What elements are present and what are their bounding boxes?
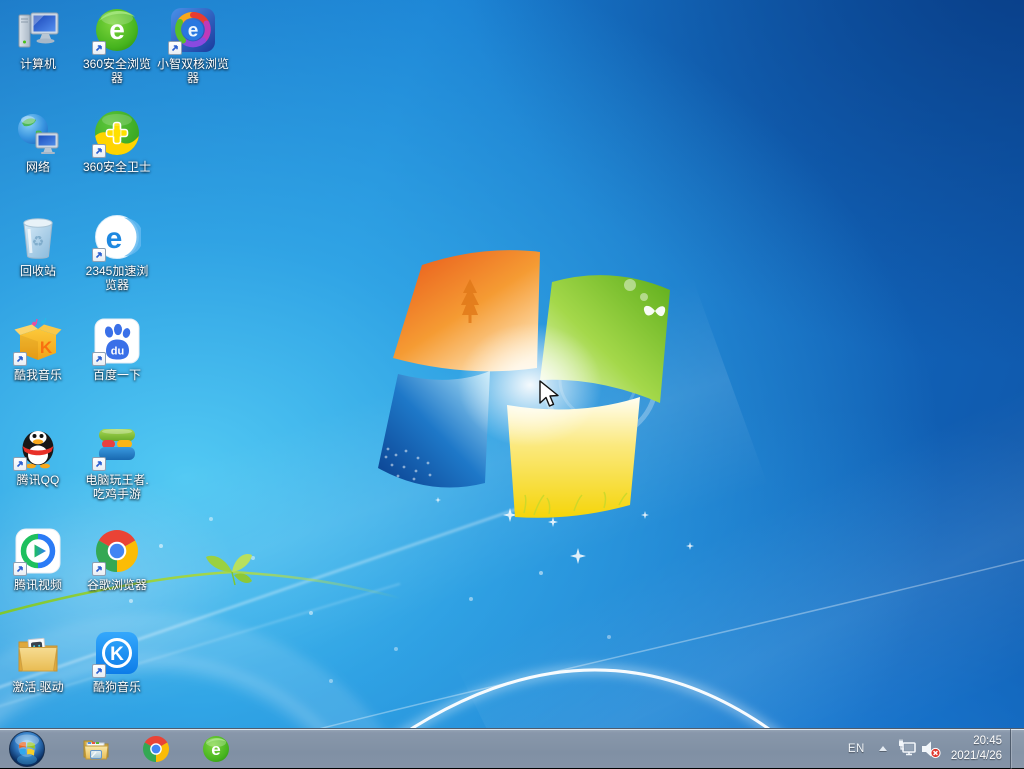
- shortcut-arrow-icon: [92, 41, 106, 55]
- desktop-wallpaper: 计算机 e 360安全浏览器 e 小智双核浏览器 网络 360安全卫士 ♻ 回收…: [0, 0, 1024, 768]
- desktop-icon-label: 网络: [25, 160, 50, 174]
- desktop-icon-network[interactable]: 网络: [0, 109, 76, 174]
- desktop-icon-label: 腾讯视频: [13, 578, 62, 592]
- desktop-icon-label: 酷狗音乐: [92, 680, 141, 694]
- desktop-icon-360-browser[interactable]: e 360安全浏览器: [79, 6, 155, 85]
- 360-safeguard-icon: [92, 109, 141, 158]
- desktop-icon-tencent-qq[interactable]: 腾讯QQ: [0, 422, 76, 487]
- shortcut-arrow-icon: [168, 41, 182, 55]
- shortcut-arrow-icon: [92, 457, 106, 471]
- shortcut-arrow-icon: [92, 664, 106, 678]
- folder-icon: [14, 629, 62, 677]
- 360-browser-icon: e: [92, 6, 141, 55]
- bluestacks-layers-icon: [92, 422, 141, 471]
- shortcut-arrow-icon: [92, 144, 106, 158]
- desktop-icon-xiaozhi-browser[interactable]: e 小智双核浏览器: [155, 6, 231, 85]
- desktop-icon-label: 回收站: [19, 264, 56, 278]
- svg-text:e: e: [188, 21, 199, 42]
- desktop-icon-chrome[interactable]: 谷歌浏览器: [79, 527, 155, 592]
- desktop-icon-activate-driver[interactable]: 激活.驱动: [0, 629, 76, 694]
- svg-text:e: e: [109, 14, 125, 45]
- network-icon[interactable]: [895, 737, 919, 761]
- tray-time: 20:45: [973, 734, 1002, 747]
- desktop-icon-label: 2345加速浏览器: [85, 264, 149, 292]
- svg-text:K: K: [110, 644, 124, 665]
- taskbar: e EN 20:45 2021/4/26: [0, 728, 1024, 769]
- desktop-icon-label: 腾讯QQ: [16, 473, 60, 487]
- windows-logo: [378, 250, 670, 518]
- chrome-icon: [92, 527, 141, 576]
- language-indicator[interactable]: EN: [842, 739, 871, 759]
- svg-text:♻: ♻: [32, 233, 45, 249]
- kugou-music-icon: K: [92, 629, 141, 678]
- show-hidden-icons-chevron-icon[interactable]: [875, 741, 891, 757]
- desktop-icon-kuwo-music[interactable]: K 酷我音乐: [0, 317, 76, 382]
- taskbar-windows-explorer-button[interactable]: [80, 733, 112, 765]
- tray-date: 2021/4/26: [950, 749, 1002, 762]
- desktop-icon-tencent-video[interactable]: 腾讯视频: [0, 527, 76, 592]
- recycle-bin-icon: ♻: [14, 213, 62, 261]
- desktop-icon-label: 电脑玩王者.吃鸡手游: [85, 473, 149, 501]
- desktop-icon-recycle-bin[interactable]: ♻ 回收站: [0, 213, 76, 278]
- kuwo-music-icon: K: [13, 317, 62, 366]
- shortcut-arrow-icon: [13, 562, 27, 576]
- taskbar-360-browser-button[interactable]: e: [200, 733, 232, 765]
- desktop-icon-label: 计算机: [19, 57, 56, 71]
- desktop-icon-360-safeguard[interactable]: 360安全卫士: [79, 109, 155, 174]
- desktop-icon-label: 激活.驱动: [12, 680, 64, 694]
- system-tray: EN 20:45 2021/4/26: [842, 728, 1024, 769]
- desktop-icon-2345-browser[interactable]: e 2345加速浏览器: [79, 213, 155, 292]
- svg-text:e: e: [211, 740, 220, 759]
- baidu-paw-icon: du: [92, 317, 141, 366]
- desktop-icon-bluestacks[interactable]: 电脑玩王者.吃鸡手游: [79, 422, 155, 501]
- svg-text:e: e: [106, 222, 123, 255]
- shortcut-arrow-icon: [92, 352, 106, 366]
- shortcut-arrow-icon: [13, 457, 27, 471]
- start-button[interactable]: [7, 729, 47, 769]
- desktop-icon-kugou-music[interactable]: K 酷狗音乐: [79, 629, 155, 694]
- show-desktop-button[interactable]: [1010, 728, 1024, 769]
- taskbar-pinned-apps: e: [80, 729, 232, 768]
- desktop-icon-baidu[interactable]: du 百度一下: [79, 317, 155, 382]
- shortcut-arrow-icon: [13, 352, 27, 366]
- desktop-icon-label: 谷歌浏览器: [86, 578, 147, 592]
- 2345-browser-icon: e: [92, 213, 144, 262]
- light-beam: [454, 303, 1024, 768]
- network-globe-icon: [14, 109, 62, 157]
- qq-penguin-icon: [13, 422, 62, 471]
- taskbar-chrome-button[interactable]: [140, 733, 172, 765]
- desktop-icon-label: 360安全浏览器: [82, 57, 152, 85]
- shortcut-arrow-icon: [92, 248, 106, 262]
- desktop-icon-label: 酷我音乐: [13, 368, 62, 382]
- svg-text:K: K: [40, 338, 53, 357]
- shortcut-arrow-icon: [92, 562, 106, 576]
- desktop-icon-label: 小智双核浏览器: [156, 57, 229, 85]
- tencent-video-icon: [13, 527, 62, 576]
- volume-muted-icon[interactable]: [919, 737, 943, 761]
- desktop-icon-label: 百度一下: [92, 368, 141, 382]
- svg-text:du: du: [111, 346, 124, 358]
- computer-icon: [14, 6, 62, 54]
- desktop-icon-computer[interactable]: 计算机: [0, 6, 76, 71]
- sparkle-dots: [0, 0, 2, 2]
- tray-clock[interactable]: 20:45 2021/4/26: [951, 734, 1002, 764]
- desktop-icon-label: 360安全卫士: [82, 160, 152, 174]
- mouse-cursor: [539, 380, 559, 407]
- xiaozhi-browser-icon: e: [168, 6, 217, 55]
